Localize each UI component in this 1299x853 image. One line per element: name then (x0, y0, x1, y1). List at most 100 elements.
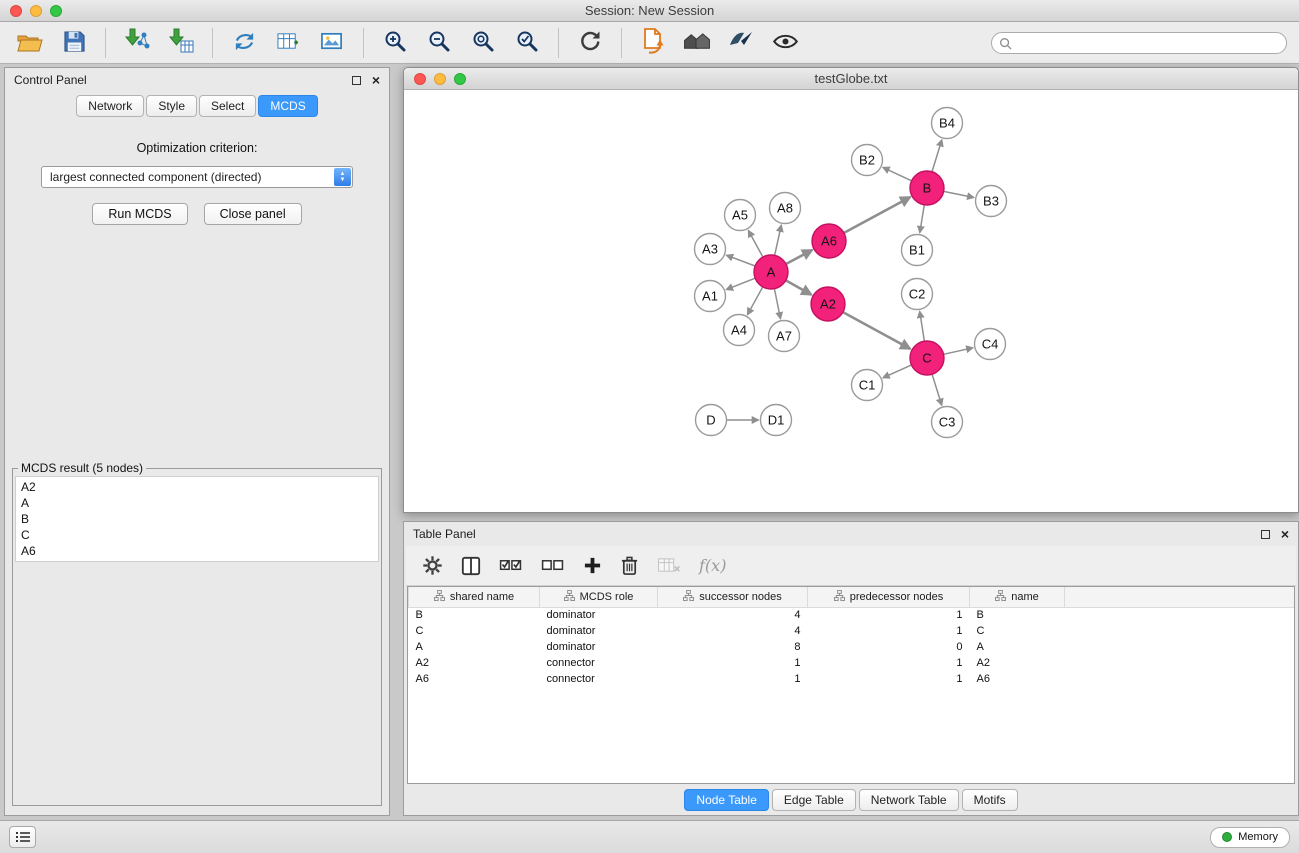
node-D1[interactable]: D1 (761, 405, 792, 436)
edge-B-B1[interactable] (920, 205, 925, 233)
result-item[interactable]: C (21, 527, 373, 543)
table-settings-button[interactable] (422, 555, 443, 576)
table-scroll-area[interactable]: shared nameMCDS rolesuccessor nodesprede… (407, 586, 1295, 784)
close-panel-icon[interactable]: × (372, 75, 380, 85)
save-session-button[interactable] (56, 27, 92, 59)
edge-C-C3[interactable] (932, 374, 942, 405)
table-cell[interactable]: dominator (540, 607, 658, 623)
table-row[interactable]: A6connector11A6 (409, 671, 1295, 687)
zoom-selected-button[interactable] (509, 27, 545, 59)
table-row[interactable]: A2connector11A2 (409, 655, 1295, 671)
edge-C-C1[interactable] (883, 365, 912, 378)
show-hide-button[interactable] (767, 27, 803, 59)
edge-B-B4[interactable] (932, 140, 942, 172)
column-header-shared-name[interactable]: shared name (409, 587, 540, 607)
table-cell[interactable]: dominator (540, 623, 658, 639)
delete-row-button[interactable] (620, 555, 639, 576)
edge-A-A4[interactable] (747, 287, 762, 315)
result-item[interactable]: A6 (21, 543, 373, 559)
node-C3[interactable]: C3 (932, 407, 963, 438)
edge-B-B3[interactable] (944, 191, 974, 197)
annotation-button[interactable] (723, 27, 759, 59)
node-B3[interactable]: B3 (976, 186, 1007, 217)
table-cell[interactable]: C (970, 623, 1065, 639)
table-cell[interactable]: 1 (808, 607, 970, 623)
node-C4[interactable]: C4 (975, 329, 1006, 360)
edge-A2-C[interactable] (843, 312, 910, 349)
tab-network-table[interactable]: Network Table (859, 789, 959, 811)
delete-table-button[interactable] (657, 557, 681, 574)
table-cell[interactable]: dominator (540, 639, 658, 655)
export-image-button[interactable] (314, 27, 350, 59)
network-minimize-button[interactable] (434, 73, 446, 85)
table-cell[interactable]: 4 (658, 607, 808, 623)
float-panel-icon[interactable] (352, 76, 361, 85)
edge-A-A3[interactable] (726, 255, 755, 266)
node-A5[interactable]: A5 (725, 200, 756, 231)
optimization-criterion-dropdown[interactable]: largest connected component (directed) ▲… (41, 166, 353, 188)
memory-button[interactable]: Memory (1210, 827, 1290, 848)
mcds-result-list[interactable]: A2ABCA6 (15, 476, 379, 562)
table-cell[interactable]: 1 (808, 671, 970, 687)
edge-B-B2[interactable] (883, 167, 912, 180)
table-cell[interactable]: A (970, 639, 1065, 655)
node-C2[interactable]: C2 (902, 279, 933, 310)
table-cell[interactable]: A6 (970, 671, 1065, 687)
edge-A-A7[interactable] (774, 289, 780, 319)
column-header-predecessor-nodes[interactable]: predecessor nodes (808, 587, 970, 607)
close-table-panel-icon[interactable]: × (1281, 529, 1289, 539)
network-close-button[interactable] (414, 73, 426, 85)
table-cell[interactable]: A2 (409, 655, 540, 671)
node-A1[interactable]: A1 (695, 281, 726, 312)
table-row[interactable]: Adominator80A (409, 639, 1295, 655)
result-item[interactable]: A2 (21, 479, 373, 495)
column-header-successor-nodes[interactable]: successor nodes (658, 587, 808, 607)
table-cell[interactable]: 8 (658, 639, 808, 655)
node-A4[interactable]: A4 (724, 315, 755, 346)
node-B[interactable]: B (910, 171, 944, 205)
show-columns-button[interactable] (461, 556, 481, 576)
table-cell[interactable]: 1 (808, 655, 970, 671)
edge-A-A5[interactable] (748, 230, 763, 257)
table-cell[interactable]: A6 (409, 671, 540, 687)
table-cell[interactable]: 0 (808, 639, 970, 655)
network-canvas[interactable]: B4B2BB3A5A8A6A3B1AC2A1A2A4A7C4CC1C3DD1 (404, 90, 1298, 512)
tab-network[interactable]: Network (76, 95, 144, 117)
tab-node-table[interactable]: Node Table (684, 789, 769, 811)
minimize-window-button[interactable] (30, 5, 42, 17)
node-A6[interactable]: A6 (812, 224, 846, 258)
home-button[interactable] (679, 27, 715, 59)
edge-C-C2[interactable] (920, 311, 925, 341)
refresh-button[interactable] (572, 27, 608, 59)
column-header-MCDS-role[interactable]: MCDS role (540, 587, 658, 607)
open-session-button[interactable] (12, 27, 48, 59)
table-cell[interactable]: 4 (658, 623, 808, 639)
node-B2[interactable]: B2 (852, 145, 883, 176)
node-D[interactable]: D (696, 405, 727, 436)
node-A2[interactable]: A2 (811, 287, 845, 321)
edge-A6-B[interactable] (844, 197, 910, 233)
tab-select[interactable]: Select (199, 95, 256, 117)
edge-A-A2[interactable] (786, 280, 812, 294)
edge-A-A1[interactable] (726, 278, 755, 289)
table-cell[interactable]: 1 (658, 655, 808, 671)
task-history-button[interactable] (9, 826, 36, 848)
edge-C-C4[interactable] (944, 348, 973, 355)
tab-style[interactable]: Style (146, 95, 197, 117)
float-table-panel-icon[interactable] (1261, 530, 1270, 539)
export-network-button[interactable] (226, 27, 262, 59)
result-item[interactable]: B (21, 511, 373, 527)
table-row[interactable]: Cdominator41C (409, 623, 1295, 639)
node-C[interactable]: C (910, 341, 944, 375)
table-cell[interactable]: connector (540, 671, 658, 687)
zoom-out-button[interactable] (421, 27, 457, 59)
node-C1[interactable]: C1 (852, 370, 883, 401)
node-B1[interactable]: B1 (902, 235, 933, 266)
edge-A-A8[interactable] (775, 225, 782, 255)
tab-mcds[interactable]: MCDS (258, 95, 317, 117)
column-header-name[interactable]: name (970, 587, 1065, 607)
zoom-in-button[interactable] (377, 27, 413, 59)
table-cell[interactable]: C (409, 623, 540, 639)
zoom-fit-button[interactable] (465, 27, 501, 59)
table-cell[interactable]: connector (540, 655, 658, 671)
